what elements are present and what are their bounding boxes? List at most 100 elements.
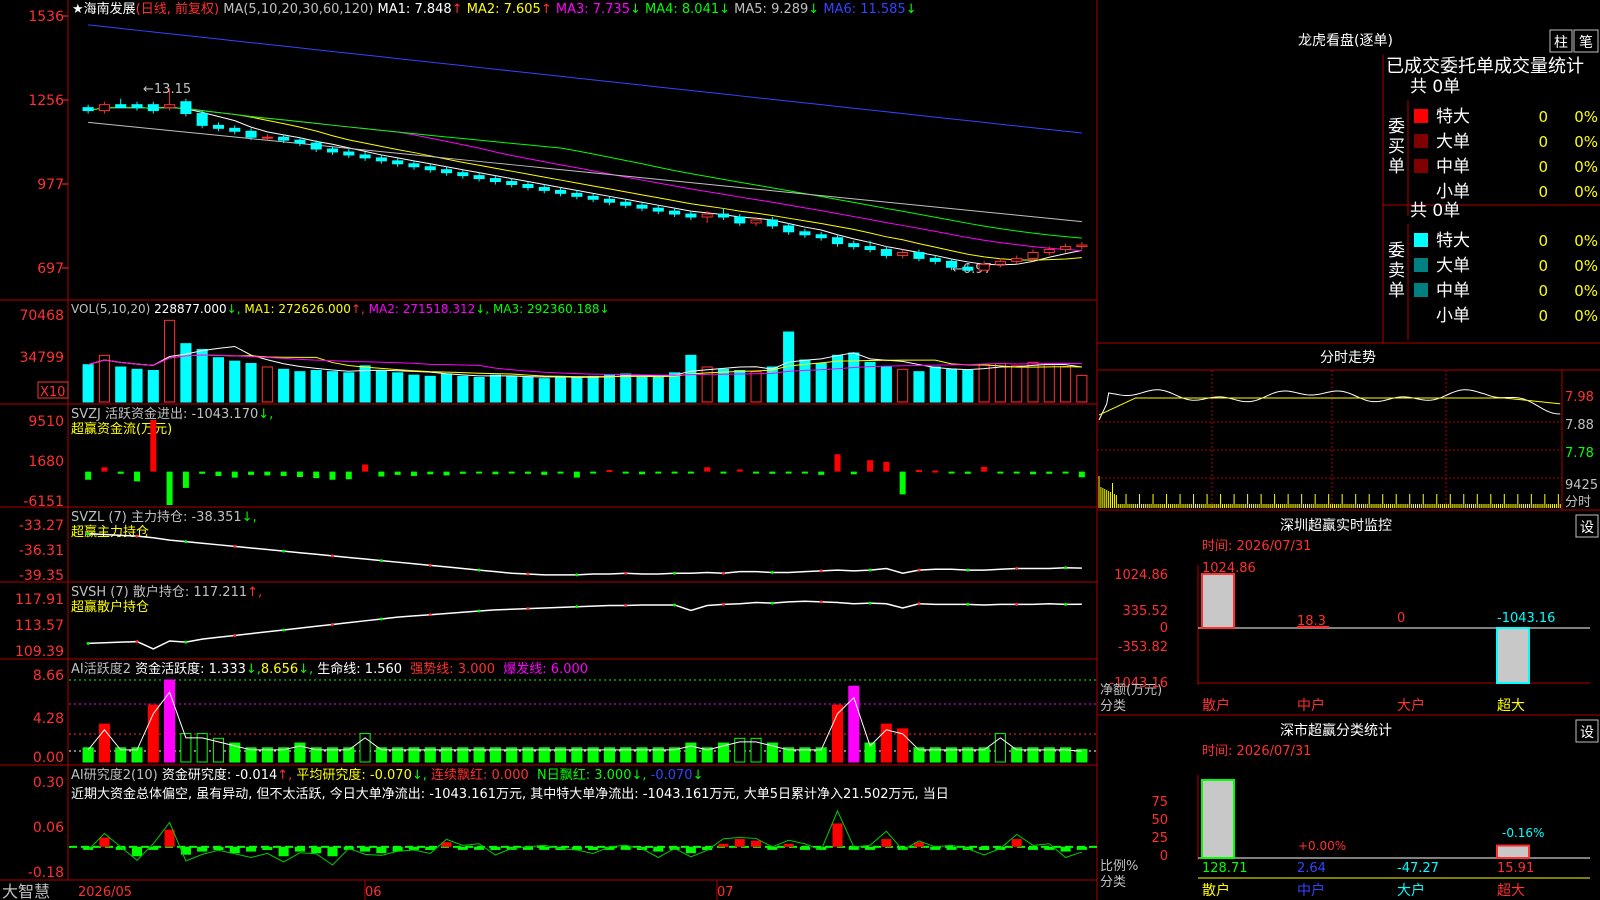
- ai-research-line: [87, 809, 1083, 866]
- intraday-unit: 分时: [1565, 495, 1591, 510]
- orders-row-count: 0: [1538, 257, 1548, 275]
- ai-research-bar: [474, 846, 485, 850]
- sz-monitor-title: 深圳超赢实时监控: [1280, 517, 1392, 534]
- candle-body: [766, 219, 778, 227]
- svzj-subtitle: 超赢资金流(万元): [71, 421, 172, 437]
- panel-frames: [0, 0, 1600, 900]
- candle-body: [261, 136, 273, 139]
- svzl-line-point: [966, 568, 970, 572]
- candle-body: [408, 163, 420, 168]
- volume-series: [82, 319, 1088, 403]
- ma3-label: MA3: 7.735: [556, 2, 630, 17]
- brand-label: 大智慧: [2, 882, 50, 900]
- candle-body: [115, 104, 127, 109]
- svzj-bar: [867, 460, 874, 472]
- orders-row-pct: 0%: [1574, 108, 1598, 126]
- orders-side-label: 委: [1388, 241, 1405, 261]
- svzj-bar: [362, 464, 369, 472]
- lhkp-title: 龙虎看盘(逐单): [1298, 32, 1393, 49]
- price-tick: 1536: [28, 9, 64, 25]
- btn-bi-label: 笔: [1579, 35, 1593, 51]
- ai-research-v1: 资金研究度: -0.014: [162, 767, 277, 783]
- candle-body: [929, 257, 941, 262]
- vol-header: VOL(5,10,20) 228877.000↓, MA1: 272626.00…: [71, 302, 610, 316]
- svzj-bar: [134, 471, 141, 482]
- ai-active-v1: 资金活跃度: 1.333: [135, 661, 246, 677]
- volume-bar: [571, 377, 583, 403]
- svsh-line-point: [428, 613, 432, 617]
- candle-body: [555, 189, 567, 194]
- svzl-line-point: [477, 568, 481, 572]
- svsh-series: [86, 600, 1082, 650]
- ai-research-bar: [213, 846, 224, 850]
- ma2-label: MA2: 7.605: [467, 2, 541, 17]
- volume-bar: [555, 375, 567, 403]
- candle-body: [1011, 257, 1023, 262]
- candle-body: [424, 166, 436, 171]
- candle-body: [701, 213, 713, 218]
- ai-research-bar: [734, 839, 745, 847]
- candle-body: [506, 181, 518, 185]
- svzl-line-point: [526, 572, 530, 576]
- volume-bar: [473, 377, 485, 403]
- buy-orders-table: 共 0单委买单 特大 0 0% 大单 0 0% 中单 0 0% 小单 0 0%: [1388, 77, 1598, 216]
- svzl-line-point: [770, 570, 774, 574]
- orders-side-label: 单: [1388, 157, 1405, 177]
- ai-research-bar: [881, 839, 892, 847]
- sz-class-ylabel: 比例%: [1100, 859, 1138, 874]
- orders-color-swatch: [1414, 109, 1428, 123]
- stock-name: 海南发展: [84, 1, 136, 17]
- intraday-vol-label: 9425: [1565, 478, 1598, 493]
- volume-bar: [229, 360, 241, 403]
- ai-research-bar: [832, 823, 843, 847]
- price-axis: 1536 1256 977 697: [28, 9, 64, 277]
- ai-research-v4: N日飘红: 3.000: [537, 767, 631, 783]
- vol-ma1: MA1: 272626.000: [244, 302, 351, 316]
- candle-body: [620, 201, 632, 206]
- volume-bar: [82, 364, 94, 403]
- volume-bar: [489, 374, 501, 403]
- ai-research-bar: [1076, 846, 1087, 850]
- volume-bar: [1043, 364, 1055, 403]
- orders-row-name: 大单: [1436, 132, 1470, 152]
- ai-research-bar: [425, 846, 436, 850]
- orders-side-label: 卖: [1388, 261, 1405, 281]
- btn-zhu-label: 柱: [1554, 35, 1568, 51]
- svzl-line-point: [428, 563, 432, 567]
- sz-monitor-value: -1043.16: [1497, 611, 1555, 626]
- sz-monitor-value: 1024.86: [1202, 561, 1256, 576]
- orders-row-count: 0: [1538, 133, 1548, 151]
- svzj-bar: [1013, 471, 1020, 474]
- svzl-line-point: [86, 532, 90, 536]
- ai-research-bar: [620, 846, 631, 850]
- lhkp-header: 已成交委托单成交量统计: [1386, 56, 1584, 77]
- orders-row-name: 小单: [1436, 306, 1470, 326]
- candle-body: [603, 198, 615, 203]
- sz-monitor-time: 时间: 2026/07/31: [1202, 539, 1311, 554]
- sz-class-tick: 25: [1151, 831, 1168, 846]
- svsh-line-point: [86, 641, 90, 645]
- price-tick: 697: [37, 261, 64, 277]
- svzj-bar: [671, 471, 678, 474]
- sz-class-tick: 50: [1151, 813, 1168, 828]
- sz-monitor-category: 超大: [1497, 698, 1525, 714]
- candle-body: [831, 237, 844, 245]
- sz-monitor-chart: 1024.86 335.52 0 -353.82 -1043.16 1024.86 散户 18…: [1110, 561, 1590, 714]
- svzj-bar: [964, 471, 971, 474]
- candle-body: [652, 207, 664, 212]
- orders-color-swatch: [1414, 159, 1428, 173]
- sz-class-category: 散户: [1202, 882, 1230, 899]
- svzj-bar: [199, 471, 206, 474]
- volume-bar: [294, 371, 306, 403]
- svsh-line-point: [379, 617, 383, 621]
- ai-research-bar: [588, 846, 599, 850]
- candle-body: [636, 204, 648, 209]
- svzj-bar: [296, 471, 303, 478]
- sz-monitor-category: 散户: [1202, 697, 1230, 714]
- ai-research-bar: [327, 846, 338, 857]
- candle-body: [82, 107, 94, 112]
- svzj-series: [85, 420, 1085, 505]
- svzj-bar: [215, 471, 222, 476]
- ai-research-bar: [164, 829, 175, 847]
- candle-body: [440, 169, 453, 174]
